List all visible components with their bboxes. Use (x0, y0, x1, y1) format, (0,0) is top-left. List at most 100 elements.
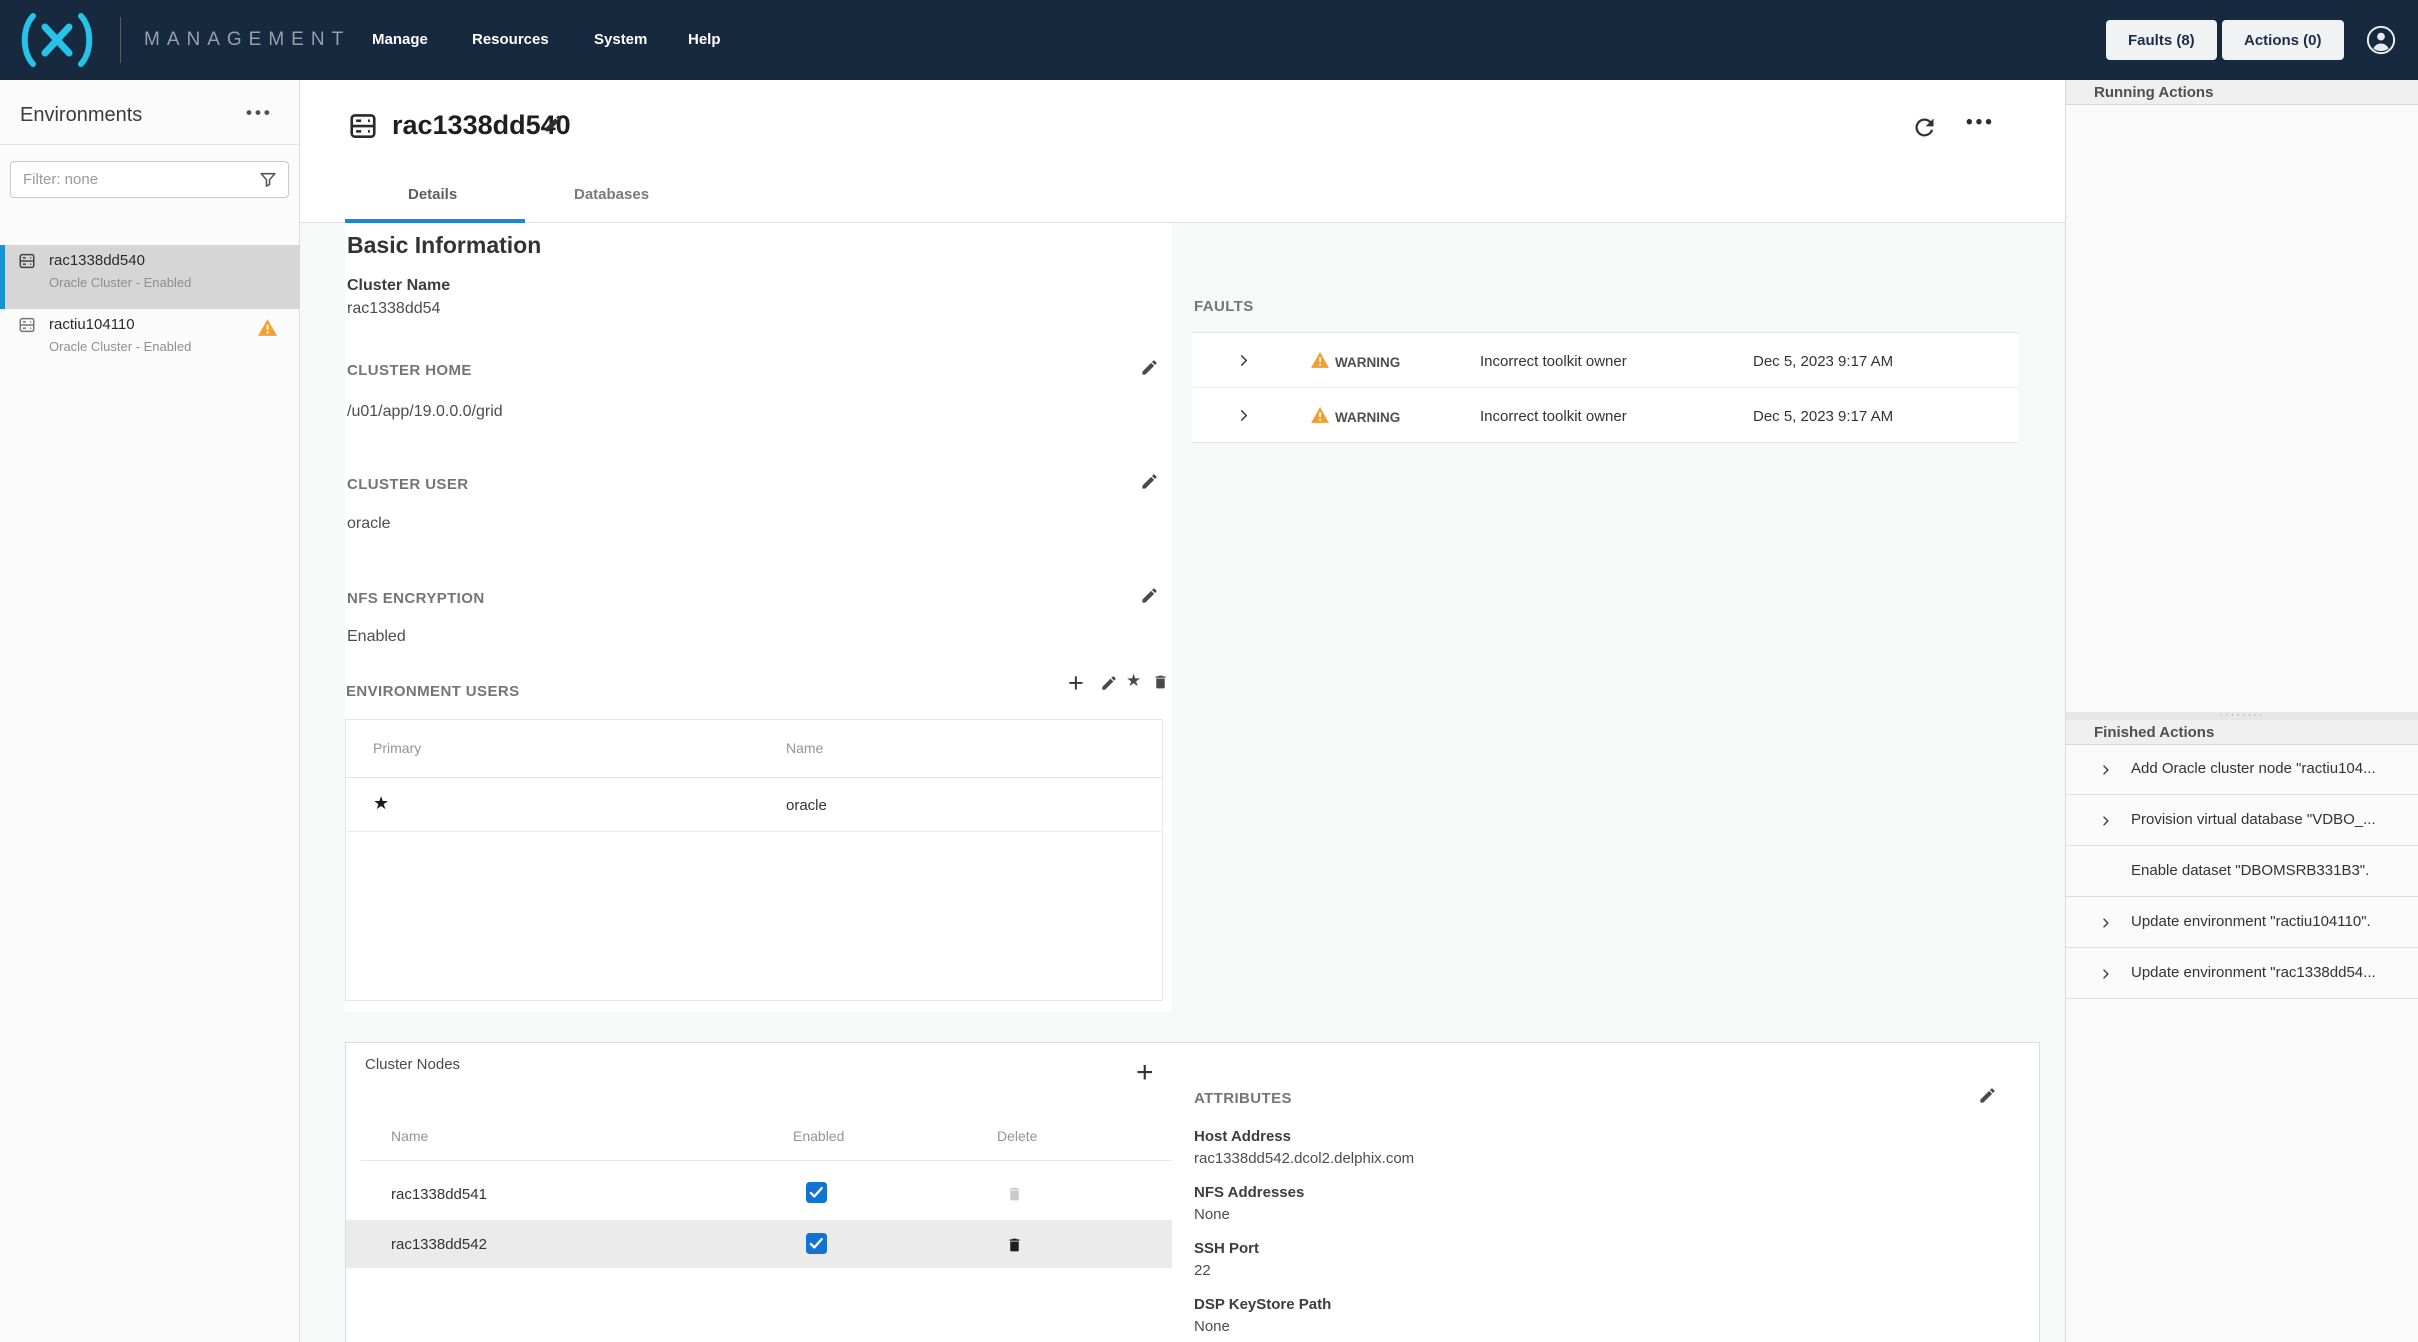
nav-system[interactable]: System (594, 31, 647, 48)
nfs-addresses-label: NFS Addresses (1194, 1184, 1304, 1201)
actions-button[interactable]: Actions (0) (2222, 20, 2344, 60)
nodes-col-name: Name (391, 1128, 428, 1144)
enabled-checkbox-checked[interactable] (806, 1182, 827, 1203)
cluster-home-value: /u01/app/19.0.0.0/grid (347, 403, 503, 421)
environment-users-table (345, 719, 1163, 1001)
fault-severity: WARNING (1335, 355, 1400, 370)
edit-cluster-user-pencil-icon[interactable] (1140, 472, 1159, 491)
warning-icon (1311, 352, 1329, 368)
fault-summary: Incorrect toolkit owner (1480, 353, 1627, 370)
fault-severity: WARNING (1335, 410, 1400, 425)
nav-resources[interactable]: Resources (472, 31, 549, 48)
node-name-cell: rac1338dd541 (391, 1186, 487, 1203)
topbar: MANAGEMENT Manage Resources System Help … (0, 0, 2418, 80)
nfs-encryption-label: NFS ENCRYPTION (347, 590, 485, 607)
expand-chevron-icon[interactable] (2100, 813, 2111, 829)
brand-title: MANAGEMENT (144, 29, 350, 51)
filter-funnel-icon[interactable] (259, 171, 277, 189)
cluster-user-value: oracle (347, 515, 391, 533)
fault-summary: Incorrect toolkit owner (1480, 408, 1627, 425)
cluster-nodes-card (345, 1042, 2040, 1342)
tab-databases[interactable]: Databases (574, 186, 649, 203)
edit-nfs-encryption-pencil-icon[interactable] (1140, 586, 1159, 605)
sidebar-item-ractiu104110[interactable]: ractiu104110 Oracle Cluster - Enabled (0, 309, 300, 373)
node-name-cell: rac1338dd542 (391, 1236, 487, 1253)
attributes-label: ATTRIBUTES (1194, 1090, 1292, 1107)
logo-divider (120, 17, 121, 63)
filter-input[interactable] (23, 166, 253, 193)
table-divider (345, 777, 1163, 778)
cluster-home-label: CLUSTER HOME (347, 362, 472, 379)
finished-action-row[interactable]: Update environment "ractiu104110". (2066, 897, 2418, 948)
environment-icon (18, 316, 36, 334)
page-header (300, 80, 2065, 223)
page-menu-kebab-icon[interactable]: ••• (1966, 112, 1995, 134)
cluster-name-label: Cluster Name (347, 277, 450, 295)
sidebar-divider (0, 144, 300, 145)
finished-action-row[interactable]: Enable dataset "DBOMSRB331B3". (2066, 846, 2418, 897)
host-address-value: rac1338dd542.dcol2.delphix.com (1194, 1150, 1414, 1167)
panel-splitter-handle[interactable]: ········ (2066, 712, 2418, 720)
nav-help[interactable]: Help (688, 31, 721, 48)
add-user-plus-icon[interactable]: + (1068, 668, 1084, 698)
warning-icon (258, 319, 277, 336)
faults-button[interactable]: Faults (8) (2106, 20, 2217, 60)
selected-indicator-bar (0, 245, 5, 309)
environment-status: Oracle Cluster - Enabled (49, 275, 191, 290)
cluster-user-label: CLUSTER USER (347, 476, 468, 493)
table-divider (345, 831, 1163, 832)
environment-name: rac1338dd540 (49, 252, 145, 269)
expand-chevron-icon[interactable] (1237, 351, 1250, 370)
edit-title-pencil-icon[interactable] (543, 113, 564, 134)
expand-chevron-icon[interactable] (2100, 762, 2111, 778)
dsp-keystore-path-label: DSP KeyStore Path (1194, 1296, 1331, 1313)
filter-box (10, 161, 289, 198)
delphix-logo-icon (18, 12, 96, 68)
faults-label: FAULTS (1194, 298, 1254, 315)
finished-action-label: Add Oracle cluster node "ractiu104... (2131, 760, 2411, 777)
finished-action-row[interactable]: Update environment "rac1338dd54... (2066, 948, 2418, 999)
finished-actions-title: Finished Actions (2094, 724, 2214, 741)
ssh-port-label: SSH Port (1194, 1240, 1259, 1257)
finished-actions-header: Finished Actions (2066, 720, 2418, 745)
dsp-keystore-path-value: None (1194, 1318, 1230, 1335)
sidebar-menu-icon[interactable]: ••• (246, 103, 273, 123)
delete-user-trash-icon[interactable] (1152, 673, 1169, 691)
edit-attributes-pencil-icon[interactable] (1978, 1086, 1997, 1105)
environment-icon (18, 252, 36, 270)
add-node-plus-icon[interactable]: + (1136, 1058, 1154, 1088)
basic-information-heading: Basic Information (347, 232, 541, 259)
host-address-label: Host Address (1194, 1128, 1291, 1145)
nfs-addresses-value: None (1194, 1206, 1230, 1223)
primary-star-icon: ★ (373, 793, 389, 814)
finished-action-label: Enable dataset "DBOMSRB331B3". (2131, 862, 2411, 879)
cluster-nodes-title: Cluster Nodes (365, 1056, 460, 1073)
users-col-primary: Primary (373, 740, 421, 756)
edit-cluster-home-pencil-icon[interactable] (1140, 358, 1159, 377)
sidebar-item-rac1338dd540[interactable]: rac1338dd540 Oracle Cluster - Enabled (0, 245, 300, 309)
finished-action-row[interactable]: Add Oracle cluster node "ractiu104... (2066, 744, 2418, 795)
users-col-name: Name (786, 740, 823, 756)
set-primary-star-icon[interactable]: ★ (1126, 671, 1141, 691)
finished-action-label: Update environment "rac1338dd54... (2131, 964, 2411, 981)
tab-details[interactable]: Details (408, 186, 457, 203)
expand-chevron-icon[interactable] (1237, 406, 1250, 425)
environment-users-label: ENVIRONMENT USERS (346, 683, 520, 700)
enabled-checkbox-checked[interactable] (806, 1233, 827, 1254)
cluster-environment-icon (348, 111, 378, 141)
user-name-cell: oracle (786, 797, 827, 814)
edit-user-pencil-icon[interactable] (1100, 674, 1118, 692)
expand-chevron-icon[interactable] (2100, 966, 2111, 982)
fault-date: Dec 5, 2023 9:17 AM (1753, 408, 1893, 425)
delete-trash-icon[interactable] (1006, 1236, 1023, 1254)
environment-status: Oracle Cluster - Enabled (49, 339, 191, 354)
running-actions-title: Running Actions (2094, 84, 2213, 101)
delete-trash-icon-disabled (1006, 1185, 1023, 1203)
finished-action-row[interactable]: Provision virtual database "VDBO_... (2066, 795, 2418, 846)
table-divider (1192, 387, 2018, 388)
user-avatar-icon[interactable] (2366, 25, 2396, 55)
nav-manage[interactable]: Manage (372, 31, 428, 48)
environment-name: ractiu104110 (49, 316, 135, 333)
expand-chevron-icon[interactable] (2100, 915, 2111, 931)
refresh-icon[interactable] (1911, 114, 1938, 141)
